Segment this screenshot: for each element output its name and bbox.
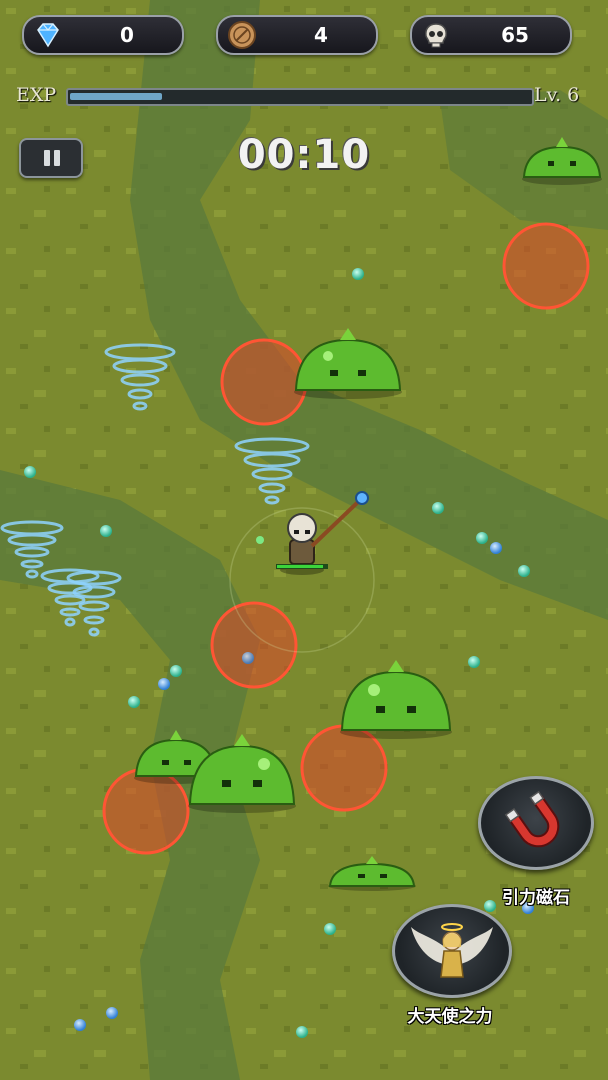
- exp-orb: [490, 542, 502, 554]
- diamond-icon: [37, 23, 59, 48]
- exp-orb: [296, 1026, 308, 1038]
- game-timer: 00:10: [237, 132, 371, 178]
- magnet-icon: [504, 790, 560, 848]
- exp-orb: [468, 656, 480, 668]
- exp-orb: [242, 652, 254, 664]
- level-label: Lv. 6: [534, 84, 580, 106]
- kill-counter: 65: [410, 15, 572, 55]
- exp-orb: [518, 565, 530, 577]
- exp-label: EXP: [16, 84, 57, 106]
- exp-orb: [158, 678, 170, 690]
- exp-orb: [24, 466, 36, 478]
- angel-skill-label: 大天使之力: [407, 1007, 493, 1027]
- exp-bar: [66, 88, 534, 106]
- danger-zone: [210, 601, 298, 689]
- exp-bar-fill: [70, 93, 162, 100]
- coin-counter: 4: [216, 15, 378, 55]
- danger-zone: [220, 338, 308, 426]
- exp-orb: [74, 1019, 86, 1031]
- danger-zone: [300, 724, 388, 812]
- gem-count: 0: [120, 23, 134, 47]
- exp-orb: [128, 696, 140, 708]
- exp-orb: [100, 525, 112, 537]
- magnet-skill-label: 引力磁石: [502, 888, 570, 908]
- coin-icon: [228, 21, 256, 49]
- kill-count: 65: [501, 23, 529, 47]
- gem-counter: 0: [22, 15, 184, 55]
- skull-icon: [425, 23, 447, 48]
- danger-zone: [502, 222, 590, 310]
- exp-orb: [476, 532, 488, 544]
- exp-orb: [106, 1007, 118, 1019]
- exp-orb: [352, 268, 364, 280]
- magnet-skill-button[interactable]: [478, 776, 594, 870]
- exp-orb: [432, 502, 444, 514]
- exp-orb: [170, 665, 182, 677]
- angel-icon: [411, 923, 493, 978]
- exp-orb: [324, 923, 336, 935]
- angel-skill-button[interactable]: [392, 904, 512, 998]
- pause-button[interactable]: [19, 138, 83, 178]
- coin-count: 4: [314, 23, 328, 47]
